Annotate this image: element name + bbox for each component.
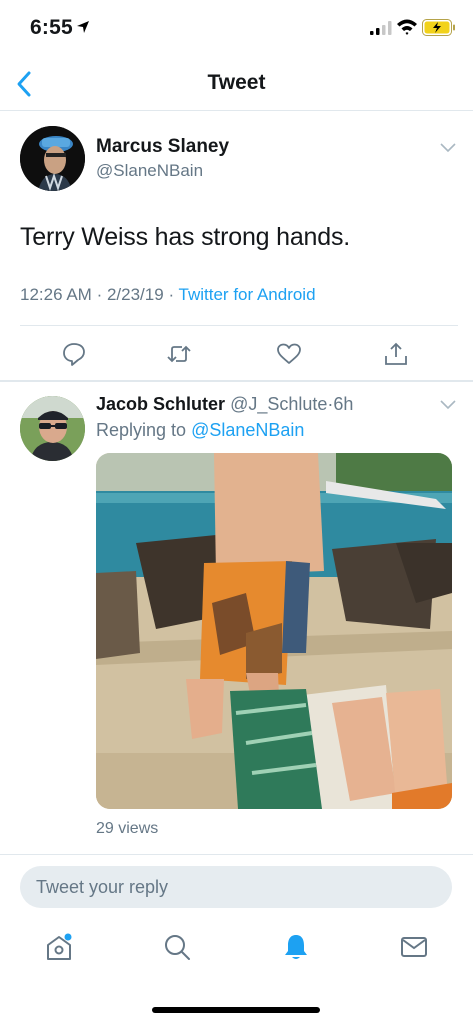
reply-author-handle[interactable]: @J_Schlute: [230, 394, 327, 414]
share-icon[interactable]: [383, 341, 409, 367]
tweet-source-link[interactable]: Twitter for Android: [179, 285, 316, 304]
battery-icon: [422, 19, 455, 36]
reply-input-placeholder: Tweet your reply: [36, 877, 169, 897]
location-arrow-icon: [77, 21, 89, 33]
home-indicator: [152, 1007, 320, 1013]
replying-prefix: Replying to: [96, 420, 187, 440]
wifi-icon: [397, 19, 417, 35]
video-thumbnail: [96, 453, 452, 809]
replying-to: Replying to @SlaneNBain: [96, 420, 304, 441]
chevron-down-icon[interactable]: [440, 143, 456, 153]
meta-separator: ·: [168, 285, 175, 304]
reply-tweet[interactable]: Jacob Schluter @J_Schlute·6h Replying to…: [0, 382, 473, 855]
chevron-down-icon[interactable]: [440, 400, 456, 410]
status-bar: 6:55: [0, 0, 473, 58]
retweet-icon[interactable]: [166, 341, 192, 367]
author-handle[interactable]: @SlaneNBain: [96, 161, 203, 181]
reply-input[interactable]: Tweet your reply: [20, 866, 452, 908]
divider: [0, 854, 473, 855]
meta-separator: ·: [96, 285, 103, 304]
avatar-image: [20, 396, 85, 461]
tweet-actions: [0, 326, 473, 381]
replying-mention-link[interactable]: @SlaneNBain: [191, 420, 304, 440]
bell-icon[interactable]: [281, 932, 311, 962]
reply-age: 6h: [333, 394, 354, 414]
reply-icon[interactable]: [61, 341, 87, 367]
view-count: 29 views: [96, 820, 159, 837]
status-time: 6:55: [30, 16, 73, 39]
page-title: Tweet: [207, 71, 266, 94]
tweet-meta: 12:26 AM · 2/23/19 · Twitter for Android: [20, 285, 316, 305]
navigation-bar: Tweet: [0, 58, 473, 111]
cellular-signal-icon: [370, 21, 392, 35]
tweet-time: 12:26 AM: [20, 285, 92, 304]
mail-icon[interactable]: [399, 932, 429, 962]
author-name[interactable]: Marcus Slaney: [96, 136, 229, 158]
avatar-image: [20, 126, 85, 191]
reply-author-name[interactable]: Jacob Schluter: [96, 394, 225, 414]
reply-header: Jacob Schluter @J_Schlute·6h: [96, 394, 353, 415]
avatar[interactable]: [20, 126, 85, 191]
search-icon[interactable]: [162, 932, 192, 962]
heart-icon[interactable]: [276, 341, 302, 367]
tweet-date: 2/23/19: [106, 285, 164, 304]
tweet-text: Terry Weiss has strong hands.: [20, 223, 350, 251]
home-icon[interactable]: [44, 932, 74, 962]
video-media[interactable]: [96, 453, 452, 809]
bottom-tab-bar: [0, 920, 473, 980]
avatar[interactable]: [20, 396, 85, 461]
